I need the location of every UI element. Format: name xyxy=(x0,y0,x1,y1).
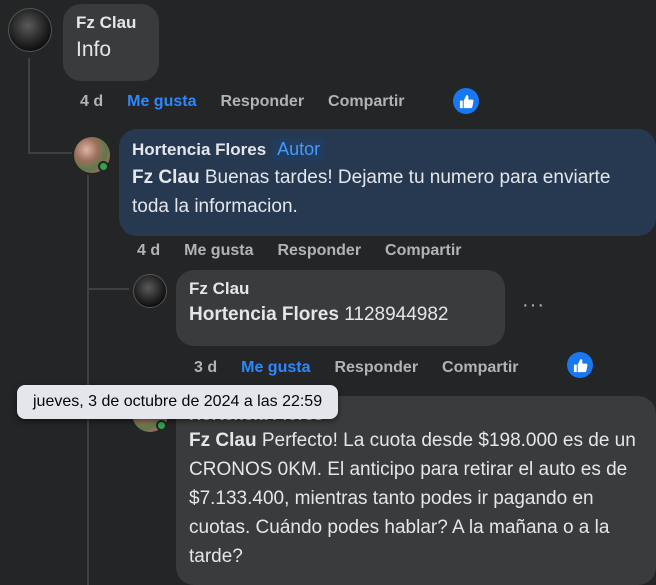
avatar[interactable] xyxy=(8,8,52,52)
comment-text: Fz Clau Perfecto! La cuota desde $198.00… xyxy=(189,426,643,571)
comment-author[interactable]: Fz Clau xyxy=(76,13,136,33)
online-status-icon xyxy=(98,161,109,172)
online-status-icon xyxy=(156,420,167,431)
mention-link[interactable]: Fz Clau xyxy=(189,430,257,451)
comment-text: Fz Clau Buenas tardes! Dejame tu numero … xyxy=(132,163,643,221)
like-button[interactable]: Me gusta xyxy=(241,359,310,377)
thread-line xyxy=(87,175,89,290)
timestamp[interactable]: 3 d xyxy=(194,359,217,377)
thread-line xyxy=(28,152,72,154)
comment-bubble: Fz Clau Hortencia Flores 1128944982 xyxy=(176,270,505,346)
timestamp[interactable]: 4 d xyxy=(137,242,160,260)
like-reaction-icon[interactable] xyxy=(567,352,593,378)
share-button[interactable]: Compartir xyxy=(328,93,404,111)
comment-bubble: Hortencia Flores Fz Clau Perfecto! La cu… xyxy=(176,396,656,585)
thread-line xyxy=(87,288,129,290)
thumbs-up-icon xyxy=(459,94,473,108)
mention-link[interactable]: Fz Clau xyxy=(132,167,200,188)
comment-actions: 4 d Me gusta Responder Compartir xyxy=(80,93,429,111)
comment-body: 1128944982 xyxy=(338,304,449,325)
comment-actions: 3 d Me gusta Responder Compartir xyxy=(194,359,543,377)
comment-author[interactable]: Fz Clau xyxy=(189,279,249,299)
like-button[interactable]: Me gusta xyxy=(184,242,253,260)
thread-line xyxy=(87,290,89,585)
share-button[interactable]: Compartir xyxy=(442,359,518,377)
share-button[interactable]: Compartir xyxy=(385,242,461,260)
more-options-icon[interactable]: ··· xyxy=(522,294,545,317)
like-reaction-icon[interactable] xyxy=(453,88,479,114)
thumbs-up-icon xyxy=(573,358,587,372)
reply-button[interactable]: Responder xyxy=(220,93,304,111)
comment-body: Perfecto! La cuota desde $198.000 es de … xyxy=(189,430,636,567)
avatar[interactable] xyxy=(133,274,167,308)
reply-button[interactable]: Responder xyxy=(334,359,418,377)
mention-link[interactable]: Hortencia Flores xyxy=(189,304,339,325)
timestamp-tooltip: jueves, 3 de octubre de 2024 a las 22:59 xyxy=(17,385,339,419)
comment-actions: 4 d Me gusta Responder Compartir xyxy=(137,242,486,260)
timestamp[interactable]: 4 d xyxy=(80,93,103,111)
comment-text: Hortencia Flores 1128944982 xyxy=(189,300,492,329)
reply-button[interactable]: Responder xyxy=(277,242,361,260)
thread-line xyxy=(28,58,30,154)
comment-author[interactable]: Hortencia Flores xyxy=(132,140,266,160)
comment-bubble: Fz Clau Info xyxy=(63,4,159,81)
comment-bubble: Hortencia Flores Autor Fz Clau Buenas tar… xyxy=(119,129,656,236)
author-badge: Autor xyxy=(272,138,326,161)
like-button[interactable]: Me gusta xyxy=(127,93,196,111)
comment-body: Buenas tardes! Dejame tu numero para env… xyxy=(132,167,611,217)
comment-text: Info xyxy=(76,38,112,61)
